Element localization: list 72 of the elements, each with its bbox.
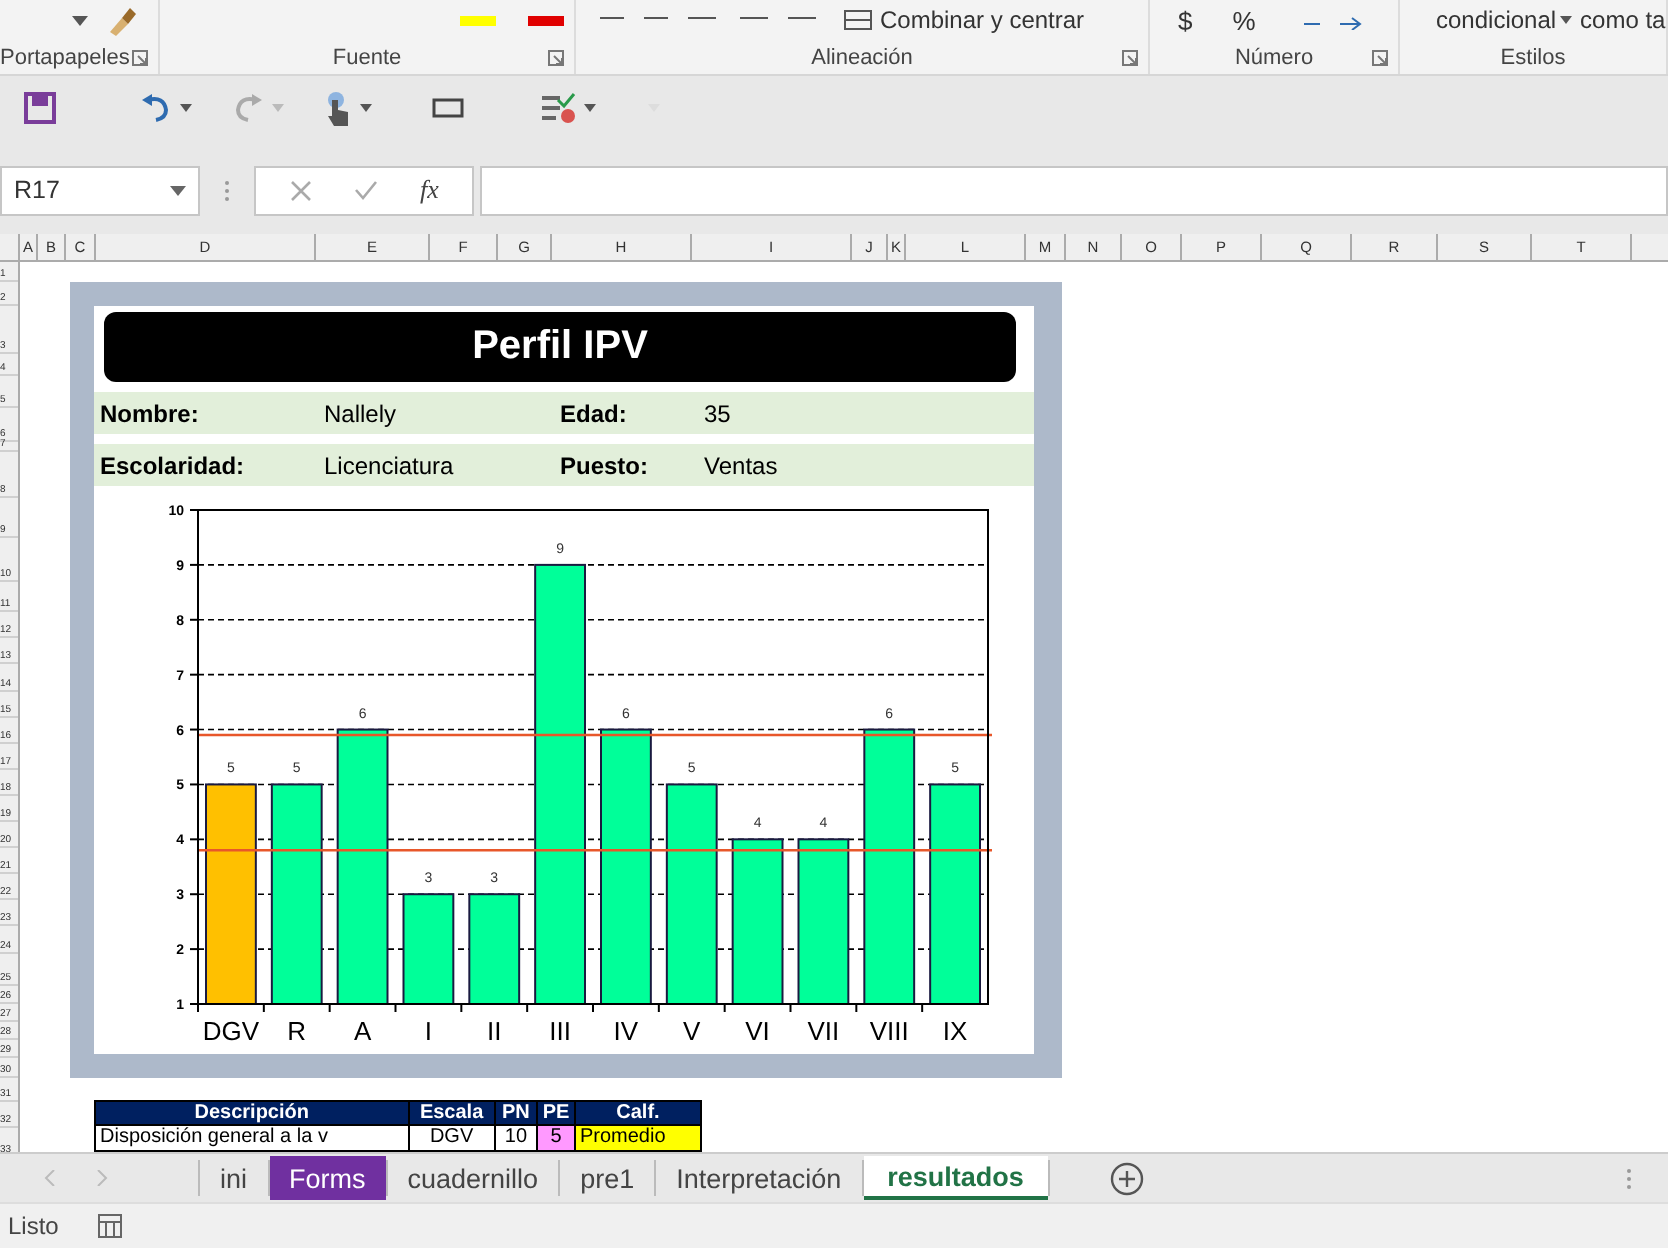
dialog-launcher-icon[interactable]	[132, 50, 148, 66]
field-label: Escolaridad:	[100, 451, 247, 479]
x-axis-category-label: IX	[942, 1016, 968, 1046]
field-label: Puesto:	[560, 451, 651, 479]
caret-icon[interactable]	[180, 104, 192, 112]
x-axis-category-label: IV	[613, 1016, 639, 1046]
caret-icon[interactable]	[170, 185, 186, 195]
ribbon-group-label: Portapapeles	[0, 45, 130, 69]
x-axis-category-label: A	[353, 1016, 372, 1046]
format-table-button[interactable]: como ta	[1580, 6, 1666, 34]
ribbon-group-label: Fuente	[332, 45, 402, 69]
field-value: Licenciatura	[324, 451, 456, 479]
sheet-tab[interactable]: cuadernillo	[387, 1156, 559, 1201]
paintbrush-icon[interactable]	[104, 4, 136, 36]
save-icon[interactable]	[24, 92, 56, 124]
caret-icon[interactable]	[72, 15, 88, 25]
table-cell: Promedio	[574, 1125, 701, 1152]
currency-button[interactable]: $	[1178, 5, 1193, 35]
insert-function-button[interactable]: fx	[420, 174, 439, 206]
dialog-launcher-icon[interactable]	[1122, 50, 1138, 66]
x-axis-category-label: VI	[745, 1016, 770, 1046]
rectangle-icon[interactable]	[432, 98, 464, 118]
name-box[interactable]: R17	[0, 165, 200, 215]
caret-icon[interactable]	[584, 104, 596, 112]
ribbon-group-label: Alineación	[811, 45, 913, 69]
ribbon-group-label: Número	[1234, 45, 1314, 69]
x-axis-category-label: R	[287, 1016, 307, 1046]
checkmark-icon[interactable]	[353, 180, 378, 200]
x-axis-category-label: DGV	[202, 1016, 260, 1046]
undo-icon[interactable]	[140, 94, 172, 122]
field-label: Nombre:	[100, 399, 201, 427]
x-axis-category-label: II	[487, 1016, 502, 1046]
table-header-cell: Calf.	[574, 1101, 701, 1126]
sheet-tab[interactable]: resultados	[863, 1156, 1048, 1201]
field-value: Ventas	[704, 451, 778, 479]
touch-mode-icon[interactable]	[324, 90, 352, 126]
x-axis-category-label: I	[424, 1016, 433, 1046]
table-header-cell: PN	[494, 1101, 538, 1126]
x-axis-category-label: VIII	[869, 1016, 909, 1046]
sheet-tab[interactable]: Interpretación	[656, 1156, 862, 1201]
ribbon-group-label: Estilos	[1500, 45, 1566, 69]
sheet-tab[interactable]: ini	[200, 1156, 268, 1201]
formula-input[interactable]	[480, 165, 1668, 215]
percent-button[interactable]: %	[1232, 5, 1256, 35]
report-title: Perfil IPV	[104, 312, 1016, 382]
table-header-cell: Descripción	[95, 1101, 409, 1126]
dialog-launcher-icon[interactable]	[1372, 50, 1388, 66]
sheet-tab[interactable]: pre1	[560, 1156, 655, 1201]
field-value: 35	[704, 399, 731, 427]
status-text: Listo	[8, 1212, 59, 1241]
field-value: Nallely	[324, 399, 399, 427]
checklist-icon[interactable]	[540, 92, 576, 124]
caret-icon[interactable]	[360, 104, 372, 112]
cancel-icon[interactable]	[289, 179, 312, 201]
caret-icon[interactable]	[1560, 16, 1573, 24]
table-header-cell: Escala	[408, 1101, 495, 1126]
merge-center-button[interactable]: Combinar y centrar	[880, 6, 1085, 34]
macro-record-icon[interactable]	[98, 1214, 123, 1239]
sheet-tab[interactable]: Forms	[269, 1156, 386, 1201]
more-options-icon[interactable]	[224, 179, 230, 201]
x-axis-category-label: VII	[807, 1016, 840, 1046]
x-axis-category-label: V	[683, 1016, 701, 1046]
highlight-color-icon[interactable]	[460, 12, 496, 28]
add-sheet-icon[interactable]	[1109, 1161, 1144, 1196]
more-options-icon[interactable]	[1626, 1167, 1632, 1190]
field-label: Edad:	[560, 399, 629, 427]
x-axis-category-label: III	[549, 1016, 571, 1046]
conditional-format-button[interactable]: condicional	[1436, 6, 1557, 34]
merge-icon[interactable]	[844, 10, 872, 30]
font-color-icon[interactable]	[528, 12, 564, 28]
table-header-cell: PE	[537, 1101, 575, 1126]
dialog-launcher-icon[interactable]	[548, 50, 564, 66]
